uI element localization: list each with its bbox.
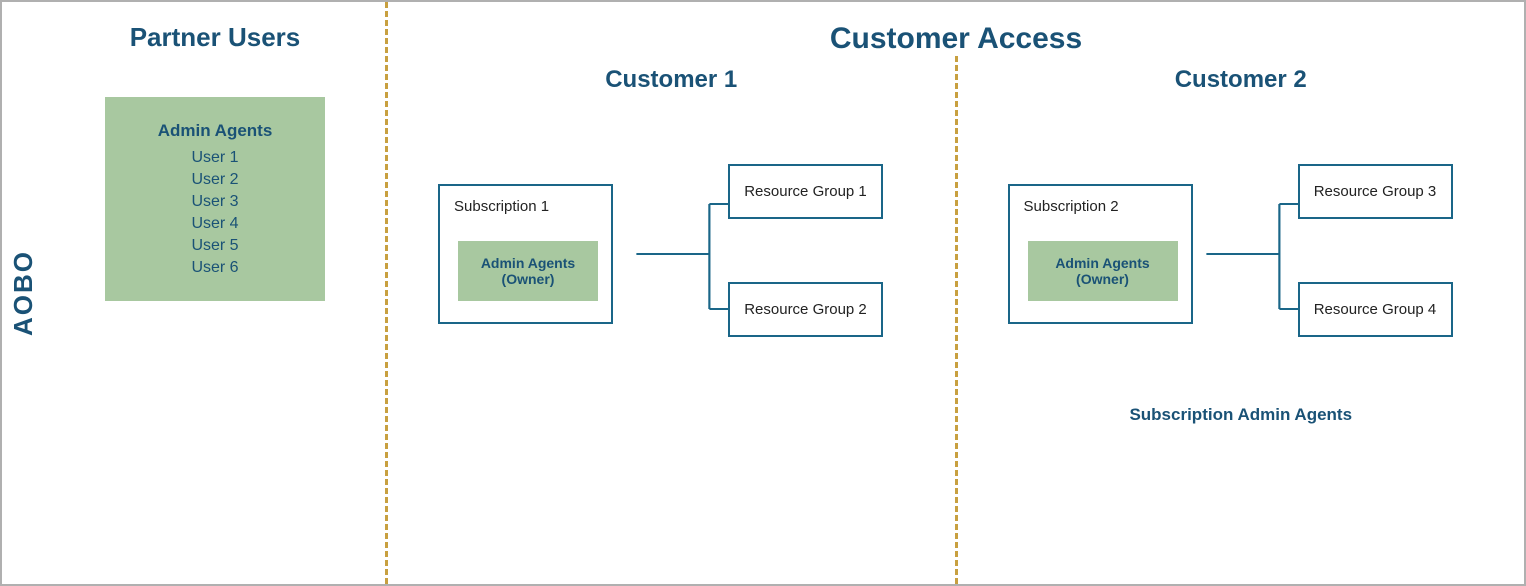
customer-1-section: Customer 1 <box>388 56 955 424</box>
user-6: User 6 <box>191 259 238 277</box>
customer-1-title: Customer 1 <box>605 66 737 94</box>
customer-1-admin-owner: Admin Agents(Owner) <box>458 241 598 301</box>
partner-users-section: Partner Users Admin Agents User 1 User 2… <box>45 2 385 584</box>
user-3: User 3 <box>191 193 238 211</box>
user-5: User 5 <box>191 237 238 255</box>
customer-2-section: Customer 2 <box>958 56 1525 426</box>
customer-2-admin-owner: Admin Agents(Owner) <box>1028 241 1178 301</box>
user-2: User 2 <box>191 171 238 189</box>
subscription-1-label: Subscription 1 <box>454 198 549 215</box>
resource-group-2-box: Resource Group 2 <box>728 282 883 337</box>
resource-group-3-box: Resource Group 3 <box>1298 164 1453 219</box>
resource-group-3-label: Resource Group 3 <box>1314 183 1437 200</box>
resource-group-2-label: Resource Group 2 <box>744 301 867 318</box>
admin-agents-box: Admin Agents User 1 User 2 User 3 User 4… <box>105 97 325 301</box>
resource-group-4-label: Resource Group 4 <box>1314 301 1437 318</box>
customer-2-title: Customer 2 <box>1175 66 1307 94</box>
diagram-container: AOBO Partner Users Admin Agents User 1 U… <box>0 0 1526 586</box>
subscription-2-box: Subscription 2 Admin Agents(Owner) <box>1008 184 1193 324</box>
aobo-label: AOBO <box>2 2 45 584</box>
resource-group-4-box: Resource Group 4 <box>1298 282 1453 337</box>
subscription-1-box: Subscription 1 Admin Agents(Owner) <box>438 184 613 324</box>
resource-group-1-label: Resource Group 1 <box>744 183 867 200</box>
user-4: User 4 <box>191 215 238 233</box>
subscription-2-label: Subscription 2 <box>1024 198 1119 215</box>
admin-agents-title: Admin Agents <box>158 121 273 141</box>
customer-1-diagram: Subscription 1 Admin Agents(Owner) Resou… <box>388 124 955 424</box>
subscription-admin-agents-label: Subscription Admin Agents <box>958 404 1525 426</box>
customer-access-section: Customer Access Customer 1 <box>388 2 1524 584</box>
customer-access-title: Customer Access <box>830 22 1082 56</box>
partner-users-title: Partner Users <box>130 22 301 53</box>
customer-2-diagram: Subscription 2 Admin Agents(Owner) Resou… <box>958 124 1525 424</box>
resource-group-1-box: Resource Group 1 <box>728 164 883 219</box>
user-1: User 1 <box>191 149 238 167</box>
customers-row: Customer 1 <box>388 56 1524 584</box>
